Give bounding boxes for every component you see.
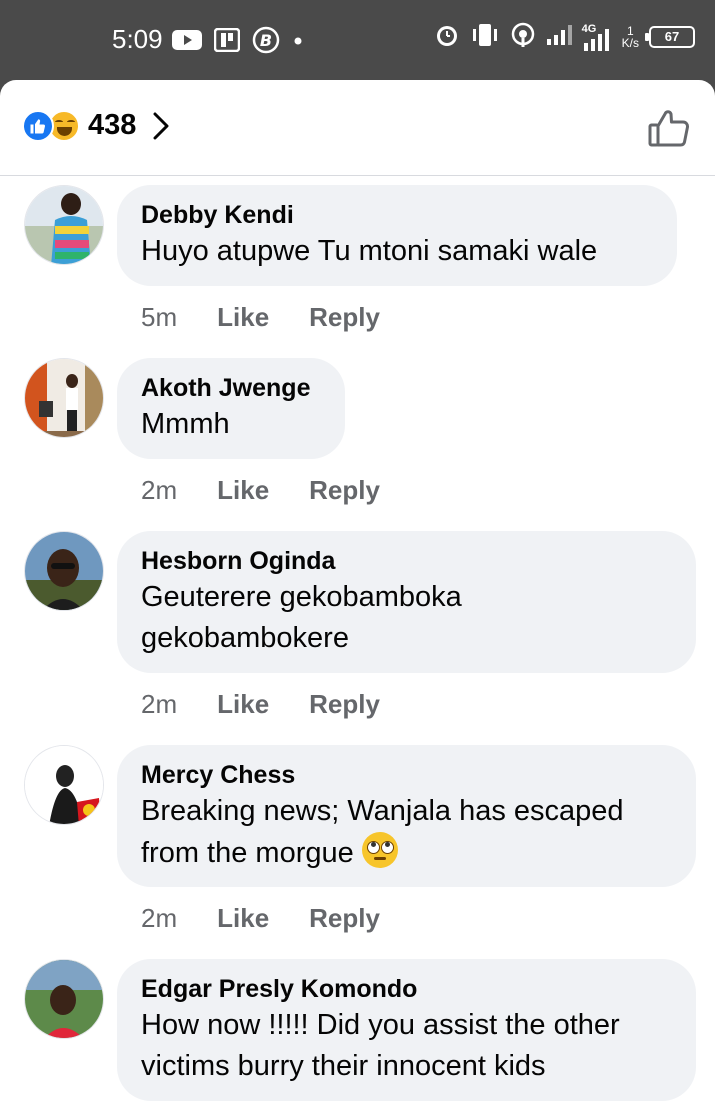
comment-time[interactable]: 2m: [141, 475, 177, 506]
comment-actions: 5m Like Reply: [141, 302, 380, 333]
network-speed: 1 K/s: [622, 25, 639, 49]
avatar[interactable]: [24, 959, 104, 1039]
comment-text-line: Geuterere gekobamboka: [141, 581, 462, 613]
comment-actions: 2m Like Reply: [141, 475, 380, 506]
comment-actions: 2m Like Reply: [141, 903, 380, 934]
comment-text: Huyo atupwe Tu mtoni samaki wale: [141, 235, 598, 267]
comment-bubble[interactable]: Akoth Jwenge Mmmh: [117, 358, 345, 459]
avatar[interactable]: [24, 358, 104, 438]
comments-sheet: 438 Debby Kendi Huyo atupwe Tu mtoni sam…: [0, 80, 715, 1116]
comment-author[interactable]: Debby Kendi: [141, 199, 653, 231]
notification-dot-icon: [292, 34, 304, 52]
comment-time[interactable]: 2m: [141, 903, 177, 934]
comment-text-line: victims burry their innocent kids: [141, 1050, 546, 1082]
avatar[interactable]: [24, 185, 104, 265]
signal-icon: [546, 25, 572, 48]
alarm-icon: [434, 22, 460, 51]
status-left-icons: B: [172, 26, 304, 59]
status-time: 5:09: [112, 24, 163, 54]
comment-text-line: How now !!!!! Did you assist the other: [141, 1009, 620, 1041]
comment-reply-button[interactable]: Reply: [309, 689, 380, 720]
youtube-icon: [172, 29, 202, 56]
comment-reply-button[interactable]: Reply: [309, 302, 380, 333]
comment-item: Mercy Chess Breaking news; Wanjala has e…: [0, 745, 715, 955]
network-type: 4G: [581, 22, 597, 35]
thumbs-up-outline-icon: [647, 110, 691, 154]
comment-bubble[interactable]: Debby Kendi Huyo atupwe Tu mtoni samaki …: [117, 185, 677, 286]
signal-4g-icon: 4G: [582, 23, 612, 51]
vibrate-icon: [470, 23, 500, 50]
comment-like-button[interactable]: Like: [217, 903, 269, 934]
comment-like-button[interactable]: Like: [217, 475, 269, 506]
comment-time[interactable]: 2m: [141, 689, 177, 720]
comment-time[interactable]: 5m: [141, 302, 177, 333]
comment-item: Akoth Jwenge Mmmh 2m Like Reply: [0, 358, 715, 528]
comment-author[interactable]: Mercy Chess: [141, 759, 672, 791]
hotspot-icon: [510, 22, 536, 51]
svg-text:B: B: [260, 31, 272, 50]
comment-author[interactable]: Akoth Jwenge: [141, 372, 321, 404]
status-right-icons: 4G 1 K/s 67: [434, 22, 695, 51]
like-reaction-icon: [22, 109, 54, 142]
like-post-button[interactable]: [647, 106, 691, 155]
speed-unit: K/s: [621, 35, 639, 50]
comment-text-line: from the morgue: [141, 832, 672, 874]
reactions-header: 438: [0, 80, 715, 176]
comment-item: Edgar Presly Komondo How now !!!!! Did y…: [0, 959, 715, 1116]
comment-text-line: Breaking news; Wanjala has escaped: [141, 795, 624, 827]
avatar[interactable]: [24, 745, 104, 825]
comment-item: Debby Kendi Huyo atupwe Tu mtoni samaki …: [0, 185, 715, 355]
reaction-count: 438: [88, 109, 137, 141]
comment-author[interactable]: Hesborn Oginda: [141, 545, 672, 577]
parking-app-icon: [213, 27, 241, 57]
reactions-summary[interactable]: 438: [22, 109, 170, 142]
bitcoin-icon: B: [252, 26, 280, 59]
comment-reply-button[interactable]: Reply: [309, 903, 380, 934]
chevron-right-icon: [152, 111, 170, 141]
comment-text: Mmmh: [141, 408, 230, 440]
comment-bubble[interactable]: Edgar Presly Komondo How now !!!!! Did y…: [117, 959, 696, 1101]
comment-actions: 2m Like Reply: [141, 689, 380, 720]
status-bar: 5:09 B 4G 1 K/s 67: [0, 0, 715, 80]
comment-author[interactable]: Edgar Presly Komondo: [141, 973, 672, 1005]
comment-bubble[interactable]: Hesborn Oginda Geuterere gekobamboka gek…: [117, 531, 696, 673]
comment-bubble[interactable]: Mercy Chess Breaking news; Wanjala has e…: [117, 745, 696, 887]
eye-roll-emoji-icon: [361, 832, 398, 868]
comment-reply-button[interactable]: Reply: [309, 475, 380, 506]
comment-like-button[interactable]: Like: [217, 302, 269, 333]
avatar[interactable]: [24, 531, 104, 611]
battery-icon: 67: [645, 25, 695, 48]
comment-item: Hesborn Oginda Geuterere gekobamboka gek…: [0, 531, 715, 741]
battery-level: 67: [664, 28, 680, 44]
comment-text-line: gekobambokere: [141, 622, 349, 654]
comment-text-fragment: from the morgue: [141, 837, 354, 869]
comment-like-button[interactable]: Like: [217, 689, 269, 720]
speed-value: 1: [626, 23, 634, 38]
